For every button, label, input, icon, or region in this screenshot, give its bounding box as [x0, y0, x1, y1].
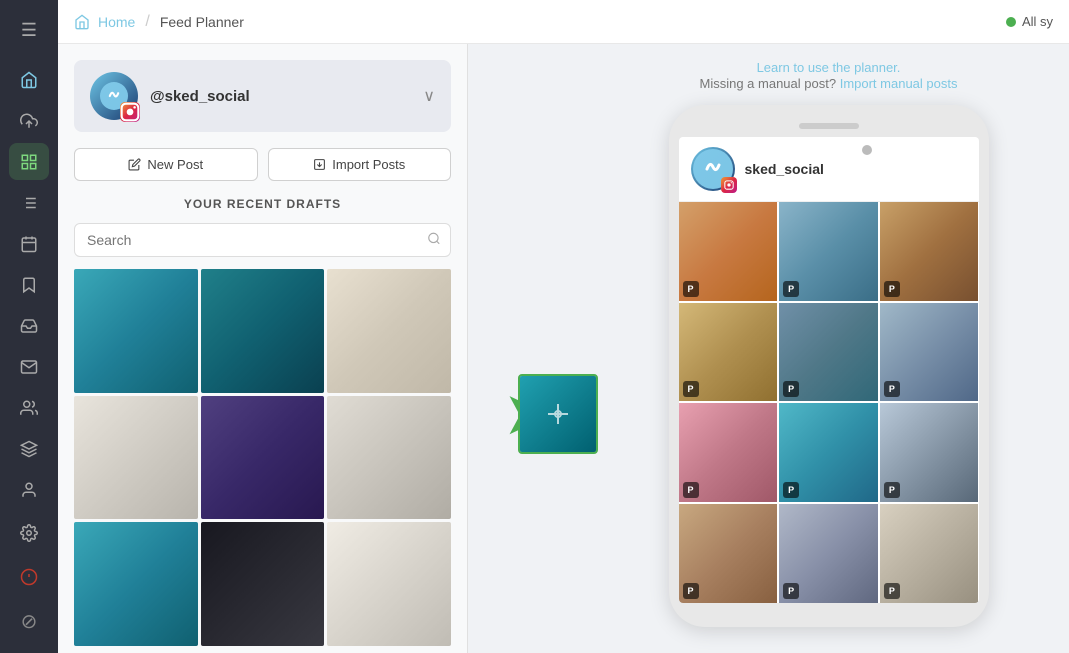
left-panel: @sked_social ∨ New Post Import Posts YOU… [58, 44, 468, 653]
sidebar-item-inbox[interactable] [9, 308, 49, 345]
phone-instagram-badge [721, 177, 737, 193]
phone-grid-item: P [779, 202, 878, 301]
phone-feed-grid: P P P P P [679, 202, 979, 603]
sidebar-item-alerts[interactable] [9, 557, 49, 597]
sidebar-item-list[interactable] [9, 184, 49, 221]
sidebar-item-mail[interactable] [9, 349, 49, 386]
draft-item[interactable] [201, 396, 325, 520]
draft-item[interactable] [74, 396, 198, 520]
phone-avatar [691, 147, 735, 191]
sidebar-item-settings[interactable] [9, 513, 49, 553]
page-title: Feed Planner [160, 14, 244, 30]
status-dot [1006, 17, 1016, 27]
instagram-badge [120, 102, 140, 122]
avatar [90, 72, 138, 120]
account-name: @sked_social [150, 88, 250, 105]
phone-profile: sked_social [679, 137, 979, 202]
post-badge: P [683, 381, 699, 397]
draft-item[interactable] [74, 522, 198, 646]
arrow-area: ➤ [468, 44, 588, 653]
draft-grid [74, 269, 451, 646]
import-posts-button[interactable]: Import Posts [268, 148, 452, 181]
topbar-status: All sy [1006, 14, 1053, 29]
status-text: All sy [1022, 14, 1053, 29]
main-content: Home / Feed Planner All sy [58, 0, 1069, 653]
post-badge: P [683, 482, 699, 498]
phone-grid-item: P [679, 504, 778, 603]
helper-text: Learn to use the planner. Missing a manu… [700, 60, 958, 93]
draft-item[interactable] [74, 269, 198, 393]
phone-screen: sked_social P P P P [679, 137, 979, 603]
import-icon [313, 158, 326, 171]
phone-grid-item: P [880, 403, 979, 502]
content-area: @sked_social ∨ New Post Import Posts YOU… [58, 44, 1069, 653]
post-badge: P [884, 583, 900, 599]
drafts-section: YOUR RECENT DRAFTS [58, 197, 467, 646]
post-badge: P [783, 281, 799, 297]
sidebar-item-planner[interactable] [9, 143, 49, 180]
learn-planner-link[interactable]: Learn to use the planner. [700, 60, 958, 75]
post-badge: P [783, 583, 799, 599]
draft-item[interactable] [201, 269, 325, 393]
phone-grid-item: P [779, 303, 878, 402]
post-badge: P [683, 281, 699, 297]
draft-item[interactable] [201, 522, 325, 646]
topbar-home-icon [74, 14, 90, 30]
phone-grid-item: P [880, 504, 979, 603]
post-badge: P [884, 482, 900, 498]
phone-camera [862, 145, 872, 155]
sidebar-bottom: ⊘ [9, 513, 49, 641]
post-badge: P [884, 381, 900, 397]
sidebar-item-account[interactable] [9, 472, 49, 509]
topbar-home-link[interactable]: Home [98, 14, 135, 30]
drag-crosshair-icon [546, 402, 570, 426]
menu-icon[interactable]: ☰ [13, 12, 45, 49]
post-badge: P [884, 281, 900, 297]
new-post-button[interactable]: New Post [74, 148, 258, 181]
phone-username: sked_social [745, 161, 824, 177]
phone-grid-item: P [779, 504, 878, 603]
sidebar-item-calendar[interactable] [9, 225, 49, 262]
account-chevron-icon: ∨ [423, 86, 435, 106]
draft-item[interactable] [327, 269, 451, 393]
pencil-icon [128, 158, 141, 171]
phone-grid-item: P [880, 202, 979, 301]
phone-grid-item: P [679, 403, 778, 502]
phone-grid-item: P [679, 202, 778, 301]
draft-item[interactable] [327, 396, 451, 520]
post-badge: P [783, 381, 799, 397]
phone-grid-item: P [779, 403, 878, 502]
draft-item[interactable] [327, 522, 451, 646]
phone-mockup: sked_social P P P P [669, 105, 989, 627]
post-badge: P [783, 482, 799, 498]
search-input[interactable] [74, 223, 451, 257]
sidebar-item-upload[interactable] [9, 102, 49, 139]
sidebar-item-users[interactable] [9, 390, 49, 427]
search-icon [427, 232, 441, 249]
sidebar-item-none[interactable]: ⊘ [9, 601, 49, 641]
phone-grid-item: P [880, 303, 979, 402]
topbar-separator: / [145, 13, 149, 31]
action-buttons: New Post Import Posts [74, 148, 451, 181]
drafts-title: YOUR RECENT DRAFTS [74, 197, 451, 211]
topbar: Home / Feed Planner All sy [58, 0, 1069, 44]
dragged-item[interactable] [518, 374, 598, 454]
account-selector[interactable]: @sked_social ∨ [74, 60, 451, 132]
missing-post-text: Missing a manual post? Import manual pos… [700, 76, 958, 91]
phone-speaker [799, 123, 859, 129]
sidebar-item-saved[interactable] [9, 266, 49, 303]
right-panel: Learn to use the planner. Missing a manu… [588, 44, 1069, 653]
import-manual-link[interactable]: Import manual posts [840, 76, 958, 91]
search-bar [74, 223, 451, 257]
sidebar-item-home[interactable] [9, 61, 49, 98]
sidebar-item-layers[interactable] [9, 431, 49, 468]
phone-grid-item: P [679, 303, 778, 402]
post-badge: P [683, 583, 699, 599]
sidebar: ☰ ⊘ [0, 0, 58, 653]
